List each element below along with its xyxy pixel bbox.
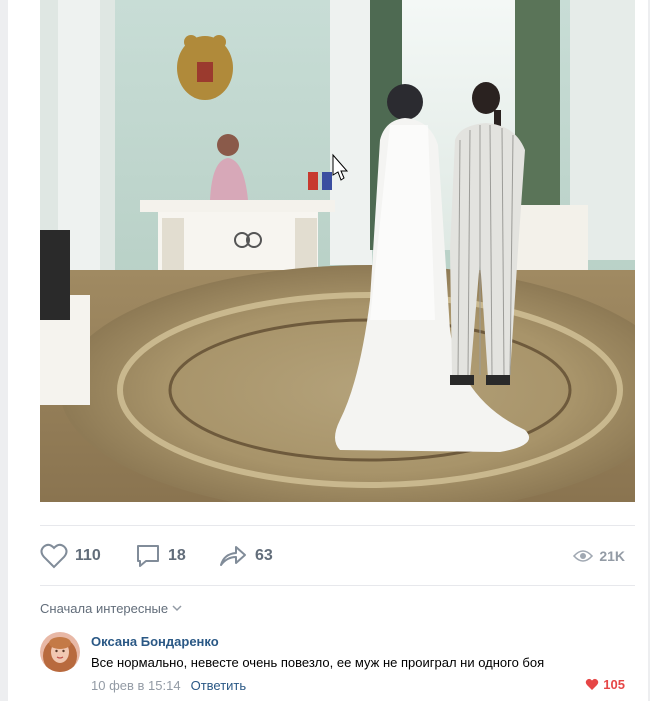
share-icon bbox=[220, 546, 246, 566]
post-card: 110 18 63 21K Сначала интересные Оксана … bbox=[8, 0, 648, 701]
comment-like-count: 105 bbox=[603, 677, 625, 692]
like-button[interactable]: 110 bbox=[40, 540, 101, 572]
heart-filled-icon bbox=[586, 678, 599, 690]
comment-icon bbox=[137, 545, 159, 567]
divider bbox=[40, 585, 635, 586]
views-counter: 21K bbox=[573, 540, 625, 572]
reply-button[interactable]: Ответить bbox=[191, 678, 247, 693]
chevron-down-icon bbox=[172, 605, 182, 612]
heart-icon bbox=[40, 543, 68, 569]
divider bbox=[40, 525, 635, 526]
share-count: 63 bbox=[255, 547, 273, 564]
comment-author[interactable]: Оксана Бондаренко bbox=[91, 634, 219, 649]
comment-button[interactable]: 18 bbox=[135, 540, 186, 572]
eye-icon bbox=[573, 550, 594, 562]
like-count: 110 bbox=[75, 547, 101, 564]
share-button[interactable]: 63 bbox=[218, 540, 273, 572]
comments-sort-dropdown[interactable]: Сначала интересные bbox=[40, 601, 182, 616]
views-count: 21K bbox=[599, 548, 625, 564]
sort-label: Сначала интересные bbox=[40, 601, 169, 616]
comment-timestamp[interactable]: 10 фев в 15:14 bbox=[91, 678, 181, 693]
comment-text: Все нормально, невесте очень повезло, ее… bbox=[91, 655, 545, 670]
comment-meta: 10 фев в 15:14 Ответить bbox=[91, 678, 246, 693]
comment-count: 18 bbox=[168, 547, 186, 564]
comment-like-button[interactable]: 105 bbox=[585, 677, 625, 692]
avatar[interactable] bbox=[40, 632, 80, 672]
post-photo[interactable] bbox=[40, 0, 635, 502]
